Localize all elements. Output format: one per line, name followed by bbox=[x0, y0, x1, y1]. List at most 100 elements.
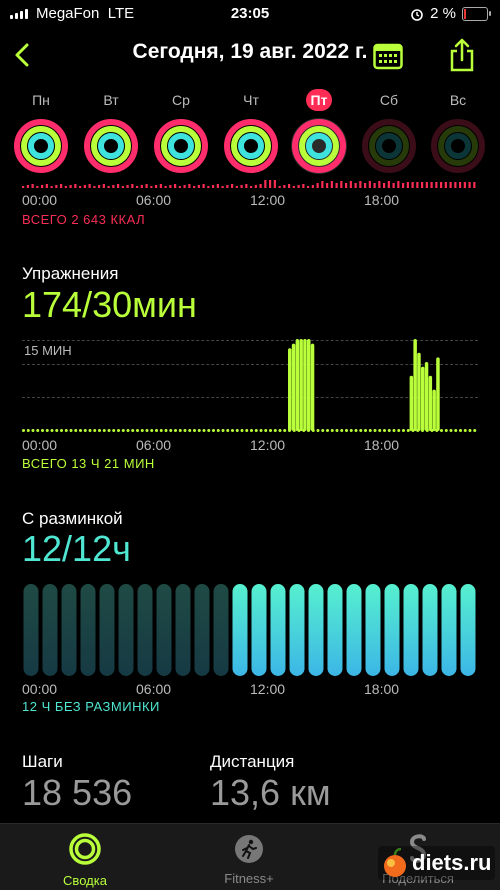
move-bar bbox=[245, 184, 248, 188]
exercise-baseline-dot bbox=[193, 429, 196, 432]
exercise-baseline-dot bbox=[136, 429, 139, 432]
move-bar bbox=[468, 182, 471, 188]
move-bar bbox=[444, 182, 447, 188]
move-bar bbox=[416, 182, 419, 188]
exercise-baseline-dot bbox=[22, 429, 25, 432]
exercise-baseline-dot bbox=[283, 429, 287, 432]
move-bar bbox=[368, 181, 371, 188]
exercise-baseline-dot bbox=[264, 429, 268, 432]
exercise-baseline-dot bbox=[64, 429, 68, 432]
exercise-baseline-dot bbox=[278, 429, 282, 432]
activity-ring-day[interactable] bbox=[83, 118, 139, 174]
exercise-bar bbox=[432, 389, 436, 431]
day-label[interactable]: Вс bbox=[438, 92, 478, 108]
day-label[interactable]: Вт bbox=[91, 92, 131, 108]
move-chart bbox=[22, 180, 476, 188]
exercise-baseline-dot bbox=[41, 429, 44, 432]
day-label[interactable]: Чт bbox=[231, 92, 271, 108]
day-label[interactable]: Пн bbox=[21, 92, 61, 108]
tab-summary-label: Сводка bbox=[63, 873, 107, 888]
move-bar bbox=[64, 186, 67, 188]
move-bar bbox=[188, 184, 191, 188]
move-bar bbox=[435, 182, 438, 188]
stand-hour-bar bbox=[23, 584, 39, 676]
exercise-baseline-dot bbox=[79, 429, 82, 432]
move-bar bbox=[155, 185, 158, 188]
exercise-baseline-dot bbox=[321, 429, 325, 432]
move-bar bbox=[207, 186, 210, 188]
move-bar bbox=[345, 183, 348, 188]
move-bar bbox=[74, 184, 77, 188]
calendar-icon[interactable] bbox=[373, 42, 403, 70]
exercise-baseline-dot bbox=[50, 429, 54, 432]
move-bar bbox=[121, 186, 124, 188]
move-bar bbox=[378, 181, 381, 188]
move-bar bbox=[340, 181, 343, 188]
exercise-bar bbox=[291, 343, 296, 431]
move-bar bbox=[31, 184, 34, 188]
day-label[interactable]: Ср bbox=[161, 92, 201, 108]
move-bar bbox=[197, 185, 200, 188]
exercise-bar bbox=[299, 339, 303, 431]
exercise-baseline-dot bbox=[159, 429, 163, 432]
exercise-baseline-dot bbox=[197, 429, 201, 432]
share-icon[interactable] bbox=[448, 38, 476, 72]
move-bar bbox=[278, 186, 281, 188]
stand-hour-bar bbox=[175, 584, 191, 676]
move-bar bbox=[126, 185, 129, 188]
exercise-baseline-dot bbox=[98, 429, 101, 432]
exercise-baseline-dot bbox=[254, 429, 258, 432]
activity-ring-day[interactable] bbox=[13, 118, 69, 174]
tab-fitness-label: Fitness+ bbox=[224, 871, 274, 886]
stand-hour-bar bbox=[308, 584, 324, 676]
exercise-baseline-dot bbox=[392, 429, 396, 432]
exercise-baseline-dot bbox=[459, 429, 462, 432]
move-bar bbox=[283, 185, 286, 188]
exercise-baseline-dot bbox=[112, 429, 116, 432]
move-bar bbox=[273, 180, 276, 188]
move-bar bbox=[330, 181, 333, 188]
day-label[interactable]: Пт bbox=[306, 89, 332, 111]
exercise-bar bbox=[424, 362, 429, 431]
exercise-bar bbox=[295, 339, 300, 431]
activity-ring-day[interactable] bbox=[223, 118, 279, 174]
runner-icon bbox=[235, 835, 263, 863]
exercise-baseline-dot bbox=[349, 429, 353, 432]
move-bar bbox=[335, 183, 338, 188]
move-bar bbox=[311, 185, 314, 188]
move-bar bbox=[302, 184, 305, 188]
exercise-baseline-dot bbox=[231, 429, 234, 432]
tab-fitness-plus[interactable]: Fitness+ bbox=[204, 834, 294, 886]
exercise-baseline-dot bbox=[26, 429, 30, 432]
exercise-baseline-dot bbox=[183, 429, 187, 432]
move-bar bbox=[459, 182, 462, 188]
stand-hour-bar bbox=[213, 584, 229, 676]
exercise-baseline-dot bbox=[140, 429, 144, 432]
exercise-baseline-dot bbox=[373, 429, 377, 432]
activity-ring-day[interactable] bbox=[153, 118, 209, 174]
day-label[interactable]: Сб bbox=[369, 92, 409, 108]
tab-summary[interactable]: Сводка bbox=[40, 832, 130, 888]
stand-hour-bar bbox=[194, 584, 210, 676]
exercise-baseline-dot bbox=[83, 429, 87, 432]
activity-ring-day[interactable] bbox=[430, 118, 486, 174]
move-bar bbox=[136, 186, 139, 188]
activity-ring-day[interactable] bbox=[361, 118, 417, 174]
exercise-baseline-dot bbox=[473, 429, 477, 432]
move-bar bbox=[269, 180, 272, 188]
stand-hour-bar bbox=[289, 584, 305, 676]
exercise-baseline-dot bbox=[454, 429, 458, 432]
move-bar bbox=[107, 186, 110, 188]
exercise-axis-3: 18:00 bbox=[364, 437, 400, 453]
move-bar bbox=[235, 186, 238, 188]
stand-hour-bar bbox=[270, 584, 286, 676]
exercise-baseline-dot bbox=[88, 429, 92, 432]
stand-axis-0: 00:00 bbox=[22, 681, 58, 697]
exercise-baseline-dot bbox=[245, 429, 249, 432]
move-axis-2: 12:00 bbox=[250, 192, 286, 208]
exercise-baseline-dot bbox=[250, 429, 253, 432]
exercise-baseline-dot bbox=[402, 429, 405, 432]
exercise-bar bbox=[428, 375, 433, 431]
exercise-baseline-dot bbox=[169, 429, 173, 432]
activity-ring-day[interactable] bbox=[291, 118, 347, 174]
